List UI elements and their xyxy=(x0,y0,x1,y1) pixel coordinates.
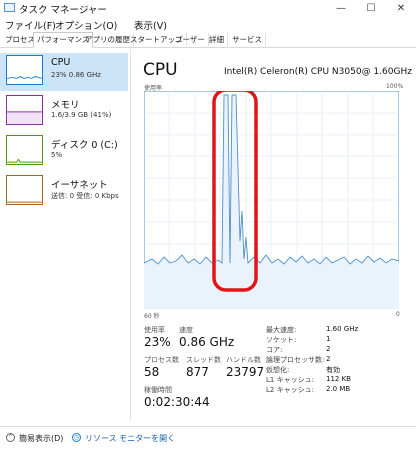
threads-value: 877 xyxy=(186,365,209,379)
detail-key: 仮想化: xyxy=(266,366,290,374)
handles-value: 23797 xyxy=(226,365,265,379)
handles-label: ハンドル数 xyxy=(226,356,261,364)
graph-time-span: 60 秒 xyxy=(144,313,160,320)
footer-bar: ^ 簡易表示(D) ◷ リソース モニターを開く xyxy=(0,426,416,451)
detail-value: 1 xyxy=(326,335,331,343)
sidebar-item-label: ディスク 0 (C:) xyxy=(51,140,118,151)
sidebar-item-memory[interactable]: メモリ 1.6/3.9 GB (41%) xyxy=(0,93,128,131)
sidebar-item-label: CPU xyxy=(51,57,71,68)
uptime-value: 0:02:30:44 xyxy=(144,395,210,409)
detail-key: コア: xyxy=(266,346,283,354)
maximize-button[interactable]: ☐ xyxy=(356,0,386,17)
tab-services[interactable]: サービス xyxy=(229,33,266,46)
detail-value: 有効 xyxy=(326,366,340,374)
graph-time-end: 0 xyxy=(396,311,400,318)
resource-sidebar: CPU 23% 0.86 GHz メモリ 1.6/3.9 GB (41%) ディ… xyxy=(0,49,131,421)
sidebar-item-value: 5% xyxy=(51,151,63,159)
chevron-up-icon[interactable]: ^ xyxy=(6,433,15,442)
close-button[interactable]: ✕ xyxy=(386,0,416,17)
processes-value: 58 xyxy=(144,365,160,379)
tab-strip: プロセス パフォーマンス アプリの履歴 スタートアップ ユーザー 詳細 サービス xyxy=(0,32,416,48)
menu-options[interactable]: オプション(O) xyxy=(55,18,117,32)
detail-key: L1 キャッシュ: xyxy=(266,376,314,384)
open-resource-monitor-link[interactable]: リソース モニターを開く xyxy=(85,433,175,444)
minimize-button[interactable]: — xyxy=(326,0,356,17)
detail-value: 1.60 GHz xyxy=(326,325,359,333)
detail-key: ソケット: xyxy=(266,336,297,344)
menu-file[interactable]: ファイル(F) xyxy=(5,18,56,32)
disk-mini-graph xyxy=(6,135,43,165)
memory-mini-graph xyxy=(6,95,43,125)
window-title: タスク マネージャー xyxy=(19,5,107,16)
usage-label: 使用率 xyxy=(144,326,165,334)
tab-users[interactable]: ユーザー xyxy=(172,33,209,46)
ethernet-mini-graph xyxy=(6,175,43,205)
panel-title: CPU xyxy=(143,60,178,80)
graph-label-max: 100% xyxy=(386,83,404,90)
task-manager-icon xyxy=(4,3,15,12)
detail-key: 最大速度: xyxy=(266,326,297,334)
detail-key: L2 キャッシュ: xyxy=(266,386,314,394)
detail-value: 112 KB xyxy=(326,375,351,383)
cpu-usage-graph xyxy=(144,91,399,309)
detail-value: 2.0 MB xyxy=(326,385,351,393)
detail-value: 2 xyxy=(326,345,331,353)
threads-label: スレッド数 xyxy=(186,356,221,364)
menu-bar: ファイル(F) オプション(O) 表示(V) xyxy=(0,17,416,32)
cpu-model-name: Intel(R) Celeron(R) CPU N3050@ 1.60GHz xyxy=(224,67,412,77)
speed-label: 速度 xyxy=(179,326,193,334)
sidebar-item-value: 1.6/3.9 GB (41%) xyxy=(51,111,112,119)
sidebar-item-label: イーサネット xyxy=(51,180,108,191)
usage-value: 23% xyxy=(144,335,171,349)
uptime-label: 稼働時間 xyxy=(144,386,172,394)
sidebar-item-cpu[interactable]: CPU 23% 0.86 GHz xyxy=(0,53,128,91)
cpu-mini-graph xyxy=(6,55,43,85)
sidebar-item-disk[interactable]: ディスク 0 (C:) 5% xyxy=(0,133,128,171)
processes-label: プロセス数 xyxy=(144,356,179,364)
sidebar-item-value: 23% 0.86 GHz xyxy=(51,71,101,79)
sidebar-item-value: 送信: 0 受信: 0 Kbps xyxy=(51,192,119,200)
sidebar-item-ethernet[interactable]: イーサネット 送信: 0 受信: 0 Kbps xyxy=(0,173,128,211)
detail-key: 論理プロセッサ数: xyxy=(266,356,325,364)
menu-view[interactable]: 表示(V) xyxy=(134,18,167,32)
task-manager-window: タスク マネージャー — ☐ ✕ ファイル(F) オプション(O) 表示(V) … xyxy=(0,0,416,450)
tab-details[interactable]: 詳細 xyxy=(206,33,228,46)
speed-value: 0.86 GHz xyxy=(179,335,235,349)
detail-value: 2 xyxy=(326,355,331,363)
sidebar-item-label: メモリ xyxy=(51,100,80,111)
resource-monitor-icon[interactable]: ◷ xyxy=(72,433,81,442)
title-bar: タスク マネージャー — ☐ ✕ xyxy=(0,0,416,17)
fewer-details-link[interactable]: 簡易表示(D) xyxy=(19,433,63,444)
